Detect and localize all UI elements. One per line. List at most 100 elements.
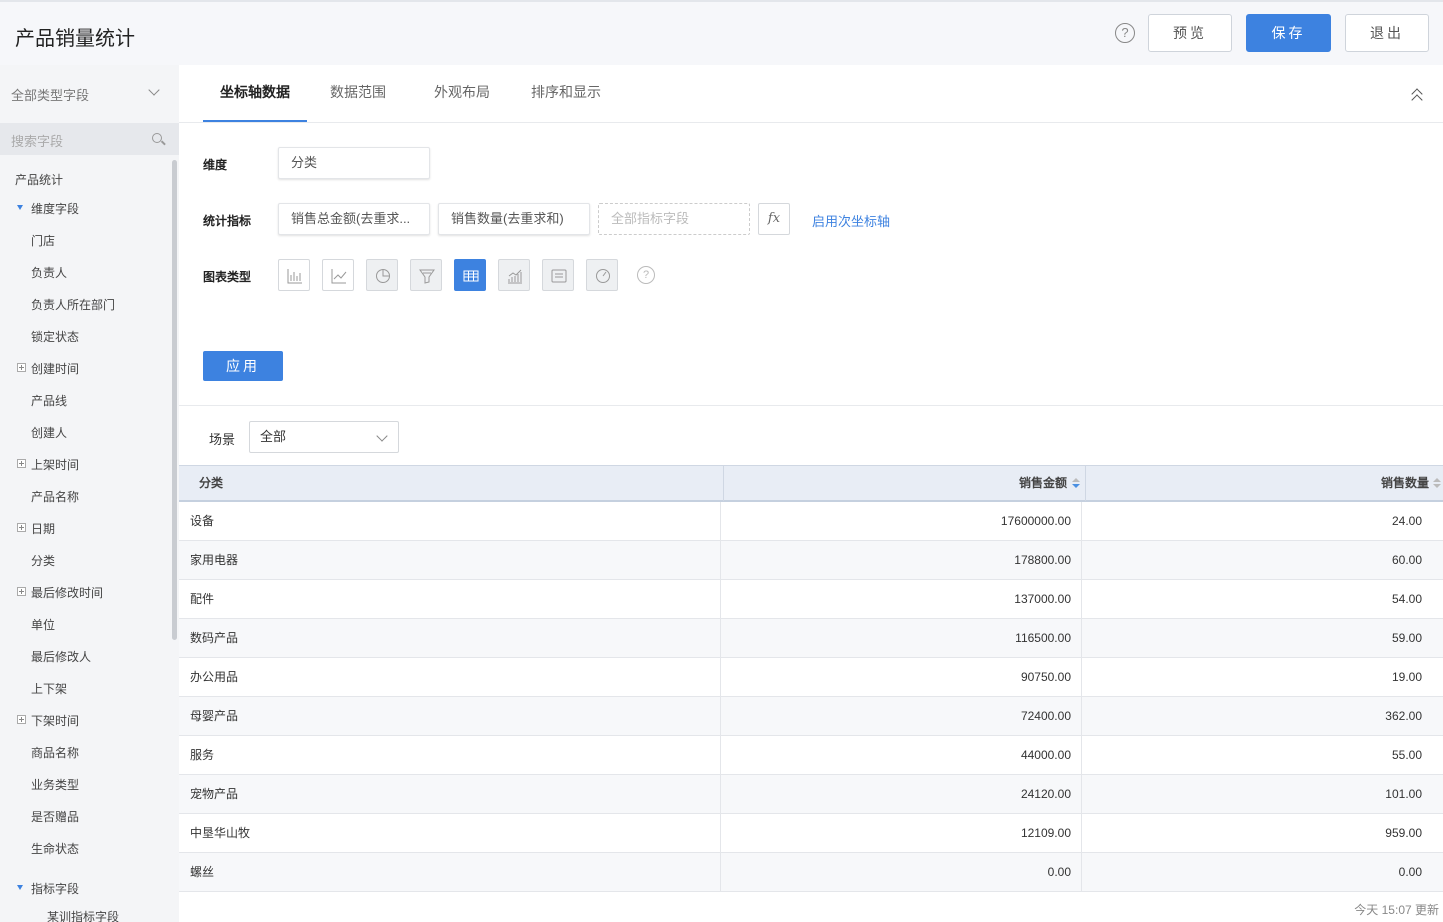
sidebar-field-item[interactable]: 最后修改人 xyxy=(31,648,91,665)
save-button[interactable]: 保存 xyxy=(1246,14,1331,52)
cell-divider xyxy=(720,502,721,541)
cell-sales-amount: 17600000.00 xyxy=(1000,514,1071,528)
search-icon[interactable] xyxy=(152,133,162,143)
question-icon[interactable]: ? xyxy=(637,266,655,284)
column-header-sales-amount[interactable]: 销售金额 xyxy=(1019,466,1067,501)
cell-sales-quantity: 24.00 xyxy=(1391,514,1422,528)
tab-data-range[interactable]: 数据范围 xyxy=(330,82,386,102)
expand-plus-icon[interactable] xyxy=(17,363,26,372)
apply-button[interactable]: 应用 xyxy=(203,351,283,381)
cell-divider xyxy=(720,814,721,853)
search-placeholder: 搜索字段 xyxy=(11,134,64,149)
chart-type-label: 图表类型 xyxy=(203,270,252,284)
sidebar-field-item[interactable]: 商品名称 xyxy=(31,744,79,761)
column-header-sales-quantity[interactable]: 销售数量 xyxy=(1381,466,1429,501)
table-row: 宠物产品 24120.00 101.00 xyxy=(179,775,1443,814)
metric-label: 统计指标 xyxy=(203,214,252,228)
area-chart-icon[interactable] xyxy=(498,259,530,291)
caret-down-icon[interactable] xyxy=(17,885,23,890)
sidebar-field-item[interactable]: 上架时间 xyxy=(31,456,79,473)
expand-plus-icon[interactable] xyxy=(17,523,26,532)
table-row: 中垦华山牧 12109.00 959.00 xyxy=(179,814,1443,853)
cell-sales-quantity: 60.00 xyxy=(1391,553,1422,567)
sidebar-field-item[interactable]: 产品名称 xyxy=(31,488,79,505)
sidebar-field-item[interactable]: 下架时间 xyxy=(31,712,79,729)
sidebar-field-item[interactable]: 锁定状态 xyxy=(31,328,79,345)
cell-divider xyxy=(1081,736,1082,775)
column-header-category[interactable]: 分类 xyxy=(199,466,223,501)
sidebar-field-item[interactable]: 负责人所在部门 xyxy=(31,296,115,313)
cell-divider xyxy=(720,658,721,697)
cell-sales-quantity: 59.00 xyxy=(1391,631,1422,645)
bar-chart-icon[interactable] xyxy=(278,259,310,291)
pie-chart-icon[interactable] xyxy=(366,259,398,291)
cell-category: 中垦华山牧 xyxy=(190,826,251,840)
table-row: 螺丝 0.00 0.00 xyxy=(179,853,1443,892)
field-sidebar: 全部类型字段 搜索字段 产品统计 维度字段 门店 负责人 负责人所在部门 锁定状态 创建… xyxy=(0,65,179,922)
sidebar-field-item[interactable]: 产品线 xyxy=(31,392,67,409)
sidebar-field-item[interactable]: 创建时间 xyxy=(31,360,79,377)
table-chart-icon[interactable] xyxy=(454,259,486,291)
scene-label: 场景 xyxy=(209,432,236,447)
cell-divider xyxy=(1081,502,1082,541)
exit-button[interactable]: 退出 xyxy=(1345,14,1429,52)
preview-button[interactable]: 预览 xyxy=(1148,14,1232,52)
field-type-select-value: 全部类型字段 xyxy=(11,88,90,103)
tab-axis-data[interactable]: 坐标轴数据 xyxy=(220,82,290,102)
cell-sales-amount: 116500.00 xyxy=(1015,631,1071,645)
sidebar-field-item[interactable]: 创建人 xyxy=(31,424,67,441)
cell-divider xyxy=(720,697,721,736)
scene-select[interactable]: 全部 xyxy=(249,421,399,453)
funnel-chart-icon[interactable] xyxy=(410,259,442,291)
sidebar-field-item[interactable]: 某训指标字段 xyxy=(47,908,119,922)
field-type-select[interactable]: 全部类型字段 xyxy=(0,65,179,121)
tree-metric-header[interactable]: 指标字段 xyxy=(31,880,79,897)
sidebar-scrollbar[interactable] xyxy=(172,160,177,640)
secondary-axis-link[interactable]: 启用次坐标轴 xyxy=(812,211,890,230)
caret-down-icon[interactable] xyxy=(17,205,23,210)
tab-appearance[interactable]: 外观布局 xyxy=(434,82,490,102)
expand-plus-icon[interactable] xyxy=(17,459,26,468)
dimension-field[interactable]: 分类 xyxy=(278,147,430,179)
cell-sales-amount: 0.00 xyxy=(1047,865,1071,879)
metric-placeholder-field[interactable]: 全部指标字段 xyxy=(598,203,750,235)
sidebar-field-item[interactable]: 上下架 xyxy=(31,680,67,697)
expand-plus-icon[interactable] xyxy=(17,715,26,724)
sidebar-field-item[interactable]: 门店 xyxy=(31,232,55,249)
table-row: 办公用品 90750.00 19.00 xyxy=(179,658,1443,697)
sidebar-field-item[interactable]: 负责人 xyxy=(31,264,67,281)
cell-divider xyxy=(720,775,721,814)
cell-sales-quantity: 959.00 xyxy=(1385,826,1422,840)
sidebar-field-item[interactable]: 业务类型 xyxy=(31,776,79,793)
field-search-input[interactable]: 搜索字段 xyxy=(0,123,179,155)
sort-icon[interactable] xyxy=(1072,478,1080,490)
cell-divider xyxy=(1081,814,1082,853)
question-icon[interactable]: ? xyxy=(1115,23,1135,43)
sort-icon[interactable] xyxy=(1433,478,1441,490)
sidebar-field-item[interactable]: 日期 xyxy=(31,520,55,537)
column-divider xyxy=(1085,466,1086,501)
cell-divider xyxy=(1081,541,1082,580)
cell-category: 宠物产品 xyxy=(190,787,239,801)
last-updated-text: 今天 15:07 更新 xyxy=(1354,903,1439,917)
sidebar-field-item[interactable]: 生命状态 xyxy=(31,840,79,857)
collapse-up-icon[interactable] xyxy=(1411,87,1423,106)
line-chart-icon[interactable] xyxy=(322,259,354,291)
tabs-divider xyxy=(179,122,1443,123)
cell-divider xyxy=(1081,580,1082,619)
table-row: 服务 44000.00 55.00 xyxy=(179,736,1443,775)
metric-field-sales-amount[interactable]: 销售总金额(去重求... xyxy=(278,203,430,235)
formula-button[interactable]: fx xyxy=(758,203,790,235)
gauge-chart-icon[interactable] xyxy=(586,259,618,291)
sidebar-field-item[interactable]: 单位 xyxy=(31,616,55,633)
cell-divider xyxy=(720,619,721,658)
sidebar-field-item[interactable]: 分类 xyxy=(31,552,55,569)
tree-dimension-header[interactable]: 维度字段 xyxy=(31,200,79,217)
expand-plus-icon[interactable] xyxy=(17,587,26,596)
table-row: 设备 17600000.00 24.00 xyxy=(179,502,1443,541)
sidebar-field-item[interactable]: 是否赠品 xyxy=(31,808,79,825)
sidebar-field-item[interactable]: 最后修改时间 xyxy=(31,584,103,601)
tab-sort-display[interactable]: 排序和显示 xyxy=(531,82,601,102)
card-chart-icon[interactable] xyxy=(542,259,574,291)
metric-field-sales-quantity[interactable]: 销售数量(去重求和) xyxy=(438,203,590,235)
